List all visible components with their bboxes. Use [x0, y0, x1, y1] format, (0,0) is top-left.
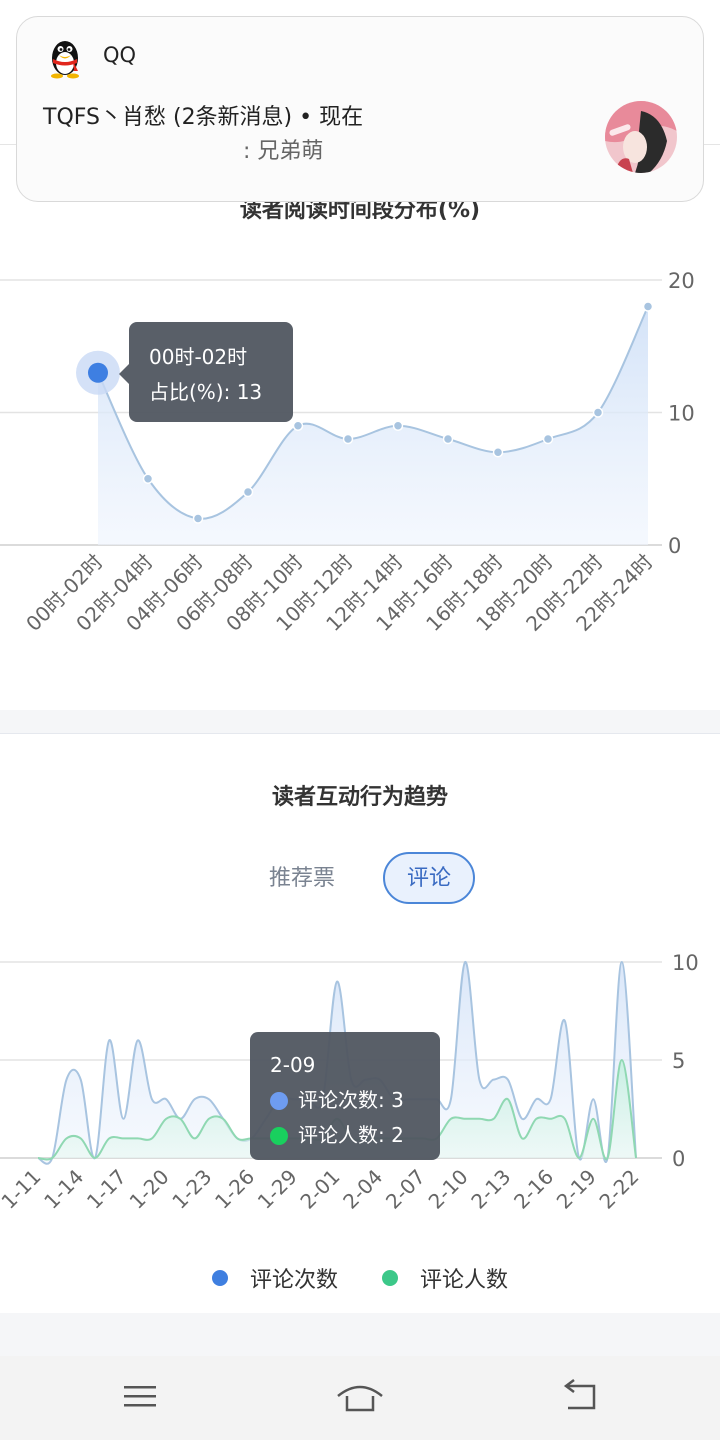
- x-tick-label: 1-26: [210, 1165, 259, 1214]
- legend-dot: [211, 1270, 228, 1286]
- reading-distribution-chart[interactable]: 0102000时-02时02时-04时04时-06时06时-08时08时-10时…: [0, 250, 720, 700]
- y-tick-label: 5: [672, 1049, 685, 1073]
- data-point-active: [88, 362, 108, 383]
- legend-label: 评论次数: [249, 1268, 338, 1293]
- notification-body: : 兄弟萌: [243, 139, 324, 164]
- x-tick-label: 1-14: [39, 1165, 88, 1214]
- interaction-chart-title: 读者互动行为趋势: [271, 785, 448, 810]
- notification-app-name: QQ: [103, 43, 137, 67]
- y-tick-label: 20: [668, 269, 695, 293]
- x-tick-label: 2-22: [594, 1165, 643, 1214]
- data-point: [292, 420, 304, 431]
- tooltip-row: 评论次数: 3: [270, 1083, 420, 1118]
- x-tick-label: 1-23: [167, 1165, 216, 1214]
- tooltip-value: 评论次数: 3: [298, 1088, 404, 1112]
- x-tick-label: 2-19: [552, 1165, 601, 1214]
- notification-title: TQFS丶肖愁 (2条新消息) • 现在: [43, 105, 364, 130]
- x-tick-label: 1-11: [0, 1165, 46, 1214]
- home-icon[interactable]: [336, 1376, 384, 1416]
- data-point: [192, 513, 204, 524]
- data-point: [242, 486, 254, 498]
- x-tick-label: 2-07: [381, 1165, 430, 1214]
- data-point: [642, 301, 654, 312]
- tooltip-dot: [270, 1091, 288, 1110]
- data-point: [392, 420, 404, 431]
- tooltip-value: 评论人数: 2: [298, 1123, 404, 1147]
- tooltip-label: 00时-02时: [149, 345, 248, 369]
- data-point: [542, 433, 554, 445]
- x-tick-label: 1-29: [253, 1165, 302, 1214]
- x-tick-label: 2-04: [338, 1165, 387, 1214]
- x-tick-label: 1-20: [125, 1165, 174, 1214]
- sender-avatar: [605, 101, 677, 173]
- x-tick-label: 2-13: [466, 1165, 515, 1214]
- tooltip-row: 评论人数: 2: [270, 1118, 420, 1153]
- qq-penguin-icon: [51, 41, 79, 79]
- tooltip-value: 占比(%): 13: [149, 380, 263, 404]
- legend-item-commenter-count[interactable]: 评论人数: [382, 1262, 508, 1294]
- back-icon[interactable]: [556, 1376, 604, 1416]
- x-tick-label: 2-10: [424, 1165, 473, 1214]
- y-tick-label: 0: [672, 1147, 685, 1171]
- metric-tabs: 推荐票 评论: [0, 852, 720, 904]
- chart-legend: 评论次数 评论人数: [0, 1262, 720, 1294]
- y-tick-label: 10: [668, 402, 695, 426]
- data-point: [492, 447, 504, 458]
- tooltip-arrow: [119, 364, 129, 384]
- menu-icon[interactable]: [116, 1376, 164, 1416]
- y-tick-label: 0: [668, 534, 681, 558]
- y-tick-label: 10: [672, 951, 699, 975]
- x-tick-label: 2-16: [509, 1165, 558, 1214]
- system-nav-bar: [0, 1356, 720, 1440]
- app-screen: 读者阅读时间段分布(%) 0 10 20 00时-02时 02时-04时 04时-06时 0…: [0, 0, 720, 1440]
- interaction-trend-card: 读者互动行为趋势 推荐票 评论 0 5 10 1-11 1-14 1-17 1-20 1-23…: [0, 733, 720, 1313]
- legend-label: 评论人数: [420, 1268, 509, 1293]
- data-point: [592, 407, 604, 418]
- tooltip-dot: [270, 1126, 288, 1145]
- qq-notification[interactable]: QQ TQFS丶肖愁 (2条新消息) • 现在 : 兄弟萌: [16, 16, 704, 202]
- x-tick-label: 1-17: [82, 1165, 131, 1214]
- legend-dot: [382, 1270, 398, 1286]
- tab-recommend-votes[interactable]: 推荐票: [245, 852, 359, 904]
- data-point: [342, 433, 354, 445]
- data-point: [442, 433, 454, 445]
- data-point: [142, 473, 154, 484]
- tab-comments[interactable]: 评论: [383, 852, 476, 904]
- reading-chart-tooltip: 00时-02时 占比(%): 13: [119, 322, 293, 422]
- legend-item-comment-count[interactable]: 评论次数: [211, 1262, 338, 1294]
- tooltip-label: 2-09: [270, 1053, 316, 1077]
- x-tick-label: 2-01: [295, 1165, 344, 1214]
- interaction-chart-tooltip: 2-09 评论次数: 3 评论人数: 2: [250, 1032, 440, 1160]
